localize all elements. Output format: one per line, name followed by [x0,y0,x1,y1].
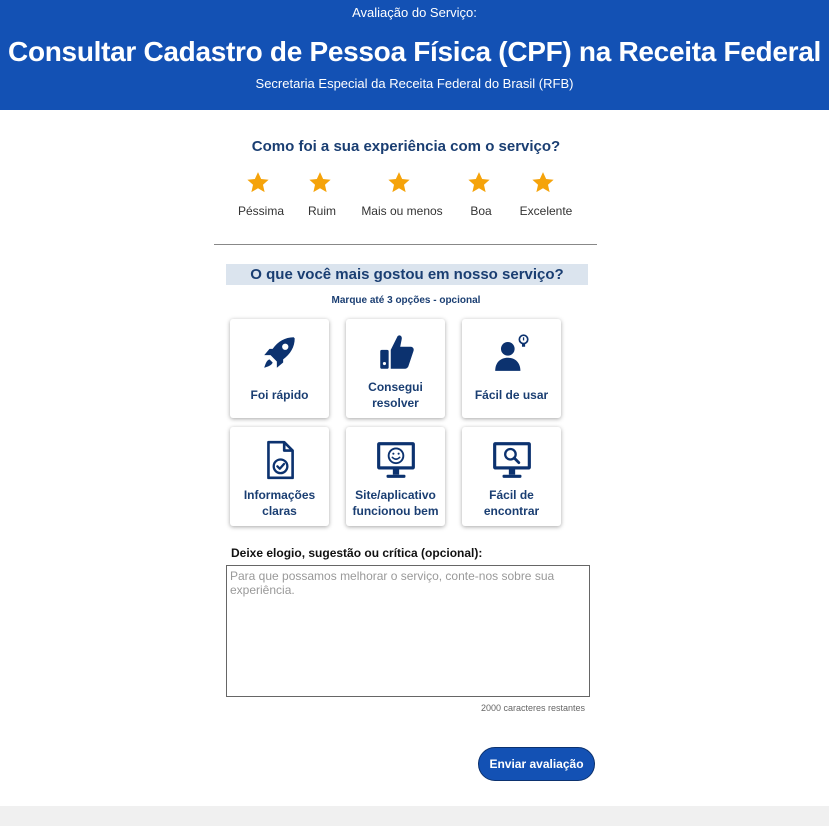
star-1-icon[interactable] [245,170,271,196]
page-header: Avaliação do Serviço: Consultar Cadastro… [0,0,829,110]
option-card-site-funcionou-bem[interactable]: Site/aplicativo funcionou bem [346,427,445,526]
rocket-icon [230,331,329,373]
liked-section-hint: Marque até 3 opções - opcional [331,295,481,306]
liked-section-title: O que você mais gostou em nosso serviço? [226,264,588,285]
monitor-search-icon [462,439,561,481]
rating-question: Como foi a sua experiência com o serviço… [251,138,561,155]
star-3-icon[interactable] [386,170,412,196]
character-counter: 2000 caracteres restantes [480,703,585,713]
option-label: Fácil de encontrar [483,488,540,518]
monitor-smile-icon [346,439,445,481]
page-footer [0,806,829,826]
option-card-facil-de-encontrar[interactable]: Fácil de encontrar [462,427,561,526]
option-label: Foi rápido [250,388,309,402]
header-subtitle: Secretaria Especial da Receita Federal d… [255,76,574,91]
page-title: Consultar Cadastro de Pessoa Física (CPF… [8,36,821,67]
option-card-facil-de-usar[interactable]: Fácil de usar [462,319,561,418]
option-card-informacoes-claras[interactable]: Informações claras [230,427,329,526]
header-pretitle: Avaliação do Serviço: [352,5,477,20]
option-label: Site/aplicativo funcionou bem [352,488,439,518]
option-label: Fácil de usar [474,388,549,402]
star-2-icon[interactable] [307,170,333,196]
option-card-consegui-resolver[interactable]: Consegui resolver [346,319,445,418]
rating-label-excelente[interactable]: Excelente [520,204,573,218]
user-lightbulb-icon [462,331,561,373]
submit-button[interactable]: Enviar avaliação [478,747,595,781]
feedback-textarea[interactable] [226,565,590,697]
option-label: Consegui resolver [368,380,423,410]
document-check-icon [230,439,329,481]
section-divider [214,244,597,245]
rating-label-boa[interactable]: Boa [470,204,491,218]
rating-label-mais-ou-menos[interactable]: Mais ou menos [361,204,442,218]
option-label: Informações claras [243,488,316,518]
feedback-label: Deixe elogio, sugestão ou crítica (opcio… [231,546,483,560]
star-5-icon[interactable] [530,170,556,196]
thumbs-up-icon [346,331,445,373]
rating-label-ruim[interactable]: Ruim [308,204,336,218]
star-4-icon[interactable] [466,170,492,196]
option-card-foi-rapido[interactable]: Foi rápido [230,319,329,418]
rating-label-pessima[interactable]: Péssima [238,204,284,218]
